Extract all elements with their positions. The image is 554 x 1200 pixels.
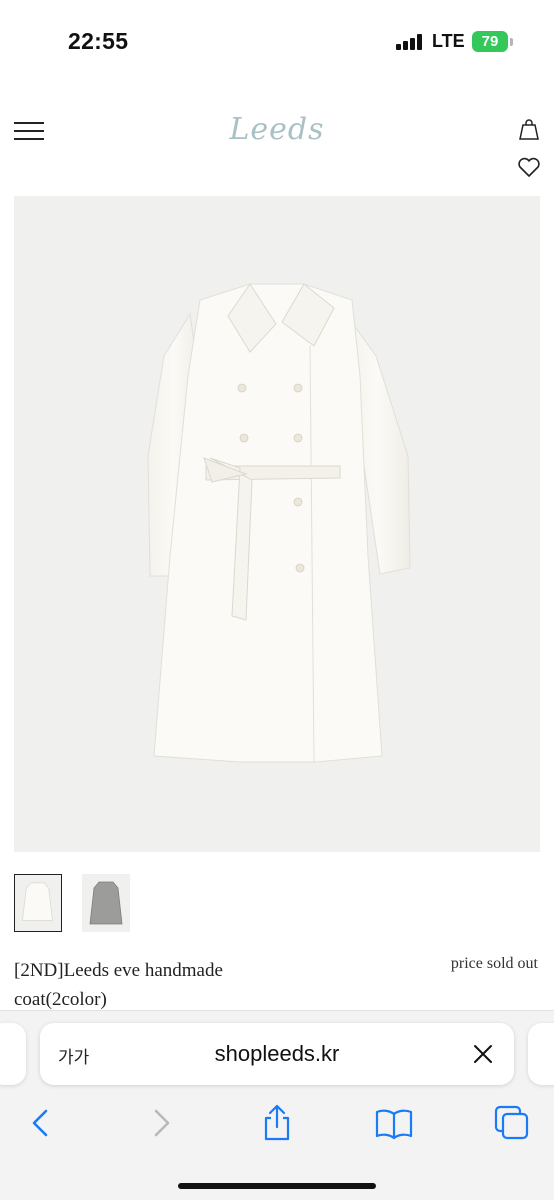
home-indicator[interactable] [178, 1183, 376, 1189]
address-bar[interactable]: 가가 shopleeds.kr [40, 1023, 514, 1085]
heart-icon[interactable] [517, 156, 541, 178]
thumbnail-ivory-coat [22, 882, 53, 921]
site-logo[interactable]: Leeds [0, 112, 554, 147]
previous-tab-preview[interactable] [0, 1023, 26, 1085]
site-header: Leeds [0, 100, 554, 190]
share-icon[interactable] [257, 1103, 297, 1143]
product-main-image[interactable] [14, 196, 540, 852]
back-icon[interactable] [22, 1103, 62, 1143]
thumbnail-gray-coat [89, 881, 123, 925]
battery-icon: 79 [472, 31, 508, 52]
browser-toolbar: 가가 shopleeds.kr [0, 1010, 554, 1200]
tabs-icon[interactable] [492, 1103, 532, 1143]
bookmarks-icon[interactable] [374, 1103, 414, 1143]
forward-icon[interactable] [140, 1103, 180, 1143]
next-tab-preview[interactable] [528, 1023, 554, 1085]
cellular-signal-icon [396, 34, 424, 50]
coat-illustration [147, 283, 411, 763]
thumbnail-ivory[interactable] [14, 874, 62, 932]
product-price: price sold out [450, 955, 538, 972]
url-text[interactable]: shopleeds.kr [40, 1041, 514, 1067]
battery-cap [510, 38, 513, 46]
close-icon[interactable] [472, 1043, 494, 1065]
thumbnail-gray[interactable] [82, 874, 130, 932]
battery-level: 79 [481, 33, 499, 50]
status-bar: 22:55 LTE 79 [0, 0, 554, 84]
shopping-bag-icon[interactable] [517, 118, 541, 142]
status-time: 22:55 [68, 28, 129, 54]
product-title: [2ND]Leeds eve handmade coat(2color) [14, 960, 223, 1010]
network-type: LTE [432, 31, 465, 51]
